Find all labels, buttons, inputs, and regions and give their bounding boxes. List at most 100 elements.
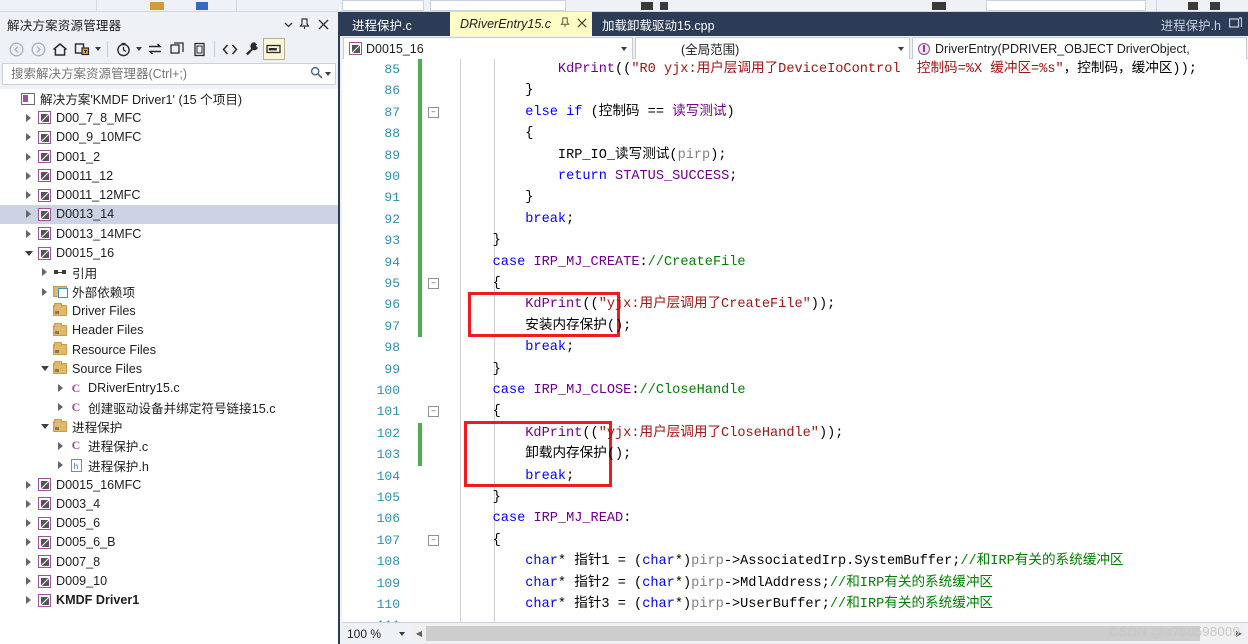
tree-item[interactable]: D003_4 (0, 494, 338, 513)
forward-icon[interactable] (27, 38, 49, 60)
tree-item[interactable]: C 进程保护.c (0, 436, 338, 455)
fold-collapse-icon[interactable]: – (428, 278, 439, 289)
expand-twisty-icon[interactable] (54, 379, 67, 398)
tab-driverentry15-c[interactable]: DRiverEntry15.c (450, 12, 597, 36)
search-icon[interactable] (310, 66, 323, 82)
project-dropdown[interactable]: D0015_16 (343, 37, 633, 60)
chevron-down-icon[interactable] (399, 631, 405, 636)
twisty-icon[interactable] (6, 89, 19, 108)
tree-item[interactable]: Header Files (0, 321, 338, 340)
tree-item[interactable]: D007_8 (0, 552, 338, 571)
code-line[interactable]: 100 case IRP_MJ_CLOSE://CloseHandle (342, 380, 1248, 401)
expand-twisty-icon[interactable] (22, 186, 35, 205)
code-line[interactable]: 86 } (342, 80, 1248, 102)
code-line[interactable]: 103 卸载内存保护(); (342, 444, 1248, 466)
expand-twisty-icon[interactable] (22, 224, 35, 243)
code-line[interactable]: 109 char* 指针2 = (char*)pirp->MdlAddress;… (342, 573, 1248, 594)
scrollbar-thumb[interactable] (426, 626, 1200, 641)
member-dropdown[interactable]: DriverEntry(PDRIVER_OBJECT DriverObject, (912, 37, 1247, 60)
show-all-files-icon[interactable] (188, 38, 210, 60)
scroll-left-arrow-icon[interactable]: ◀ (412, 625, 426, 642)
tree-item[interactable]: D0015_16 (0, 243, 338, 262)
tab-list-icon[interactable] (1228, 16, 1243, 32)
solution-explorer-tree[interactable]: 解决方案'KMDF Driver1' (15 个项目) D00_7_8_MFC D0… (0, 89, 338, 644)
properties-wrench-icon[interactable] (241, 38, 263, 60)
fold-collapse-icon[interactable]: – (428, 106, 439, 118)
code-editor[interactable]: 85 KdPrint(("R0 yjx:用户层调用了DeviceIoContro… (342, 59, 1248, 622)
expand-twisty-icon[interactable] (22, 147, 35, 166)
code-line[interactable]: 107 – { (342, 530, 1248, 551)
back-icon[interactable] (5, 38, 27, 60)
code-line[interactable]: 110 char* 指针3 = (char*)pirp->UserBuffer;… (342, 594, 1248, 615)
scope-dropdown[interactable]: (全局范围) (635, 37, 910, 60)
tree-item[interactable]: Driver Files (0, 301, 338, 320)
code-line[interactable]: 99 } (342, 359, 1248, 380)
close-icon[interactable] (577, 17, 587, 31)
chevron-down-icon[interactable] (898, 46, 904, 51)
code-line[interactable]: 101 – { (342, 401, 1248, 422)
expand-twisty-icon[interactable] (22, 108, 35, 127)
pending-changes-icon[interactable] (112, 38, 134, 60)
expand-twisty-icon[interactable] (38, 282, 51, 301)
pin-icon[interactable] (560, 17, 570, 31)
expand-twisty-icon[interactable] (22, 475, 35, 494)
tree-item[interactable]: KMDF Driver1 (0, 591, 338, 610)
code-lines-container[interactable]: 85 KdPrint(("R0 yjx:用户层调用了DeviceIoContro… (342, 59, 1248, 622)
tab-load-unload-driver15-cpp[interactable]: 加载卸载驱动15.cpp (592, 12, 725, 36)
tree-item[interactable]: 进程保护 (0, 417, 338, 436)
expand-twisty-icon[interactable] (22, 494, 35, 513)
collapse-twisty-icon[interactable] (22, 244, 35, 263)
code-line[interactable]: 93 } (342, 230, 1248, 252)
tree-item[interactable]: D0015_16MFC (0, 475, 338, 494)
expand-twisty-icon[interactable] (22, 591, 35, 610)
code-line[interactable]: 92 break; (342, 208, 1248, 231)
code-line[interactable]: 102 KdPrint(("yjx:用户层调用了CloseHandle")); (342, 422, 1248, 445)
sync-with-active-document-icon[interactable] (71, 38, 93, 60)
expand-twisty-icon[interactable] (54, 398, 67, 417)
collapse-twisty-icon[interactable] (38, 417, 51, 436)
collapse-all-icon[interactable] (166, 38, 188, 60)
expand-twisty-icon[interactable] (22, 166, 35, 185)
chevron-down-icon[interactable] (621, 46, 627, 51)
pin-icon[interactable] (296, 15, 312, 33)
code-line[interactable]: 87 – else if (控制码 == 读写测试) (342, 101, 1248, 124)
twisty-icon[interactable] (38, 301, 51, 320)
code-line[interactable]: 105 } (342, 487, 1248, 508)
tree-item[interactable]: D0013_14MFC (0, 224, 338, 243)
close-icon[interactable] (315, 15, 331, 33)
code-line[interactable]: 89 IRP_IO_读写测试(pirp); (342, 144, 1248, 166)
search-options-caret-icon[interactable] (325, 72, 331, 76)
chevron-down-icon[interactable] (280, 15, 296, 33)
tab-process-protect-c[interactable]: 进程保护.c (342, 12, 422, 36)
tree-item[interactable]: D00_7_8_MFC (0, 108, 338, 127)
expand-twisty-icon[interactable] (22, 514, 35, 533)
tree-item[interactable]: C 创建驱动设备并绑定符号链接15.c (0, 398, 338, 417)
tree-item[interactable]: D00_9_10MFC (0, 128, 338, 147)
sync-dropdown-caret-icon[interactable] (93, 38, 103, 60)
expand-twisty-icon[interactable] (54, 456, 67, 475)
code-line[interactable]: 91 } (342, 187, 1248, 209)
code-line[interactable]: 111 (342, 615, 1248, 622)
code-line[interactable]: 98 break; (342, 337, 1248, 358)
code-line[interactable]: 94 case IRP_MJ_CREATE://CreateFile (342, 251, 1248, 273)
code-line[interactable]: 104 break; (342, 466, 1248, 487)
tree-item[interactable]: D0011_12 (0, 166, 338, 185)
code-line[interactable]: 95 – { (342, 273, 1248, 295)
tree-item[interactable]: D009_10 (0, 571, 338, 590)
twisty-icon[interactable] (38, 340, 51, 359)
view-code-icon[interactable] (219, 38, 241, 60)
refresh-icon[interactable] (144, 38, 166, 60)
collapse-twisty-icon[interactable] (38, 359, 51, 378)
code-line[interactable]: 85 KdPrint(("R0 yjx:用户层调用了DeviceIoContro… (342, 59, 1248, 81)
pending-changes-caret-icon[interactable] (134, 38, 144, 60)
code-line[interactable]: 97 安装内存保护(); (342, 315, 1248, 338)
preview-selected-items-icon[interactable] (263, 38, 285, 60)
tree-item[interactable]: D0013_14 (0, 204, 338, 225)
expand-twisty-icon[interactable] (22, 533, 35, 552)
home-icon[interactable] (49, 38, 71, 60)
solution-explorer-search[interactable] (2, 63, 336, 85)
twisty-icon[interactable] (38, 321, 51, 340)
code-line[interactable]: 96 KdPrint(("yjx:用户层调用了CreateFile")); (342, 294, 1248, 316)
expand-twisty-icon[interactable] (38, 263, 51, 282)
code-line[interactable]: 90 return STATUS_SUCCESS; (342, 166, 1248, 188)
